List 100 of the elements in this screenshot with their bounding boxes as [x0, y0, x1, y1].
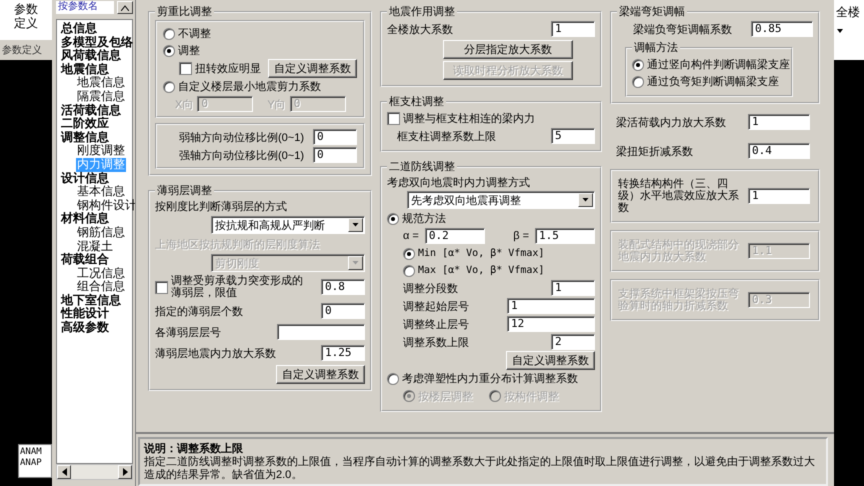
- radio-label: Min [α* Vo, β* Vfmax]: [418, 248, 544, 259]
- input-field[interactable]: 1: [551, 21, 595, 37]
- radio-label: 通过竖向构件判断调幅梁支座: [647, 58, 790, 72]
- tree-item[interactable]: 工况信息: [76, 266, 126, 280]
- tree-item[interactable]: 多模型及包络: [60, 36, 134, 50]
- tree-item[interactable]: 组合信息: [76, 280, 126, 294]
- tree-item[interactable]: 刚度调整: [76, 144, 126, 158]
- scroll-right-icon[interactable]: [122, 468, 128, 476]
- radio-button[interactable]: [632, 58, 644, 70]
- tree-item[interactable]: 材料信息: [60, 212, 110, 226]
- field-label: β =: [513, 230, 529, 242]
- tree-item[interactable]: 风荷载信息: [60, 49, 122, 63]
- console-line: ANAP: [20, 458, 43, 469]
- tree-item[interactable]: 性能设计: [60, 307, 110, 322]
- dropdown[interactable]: 按抗规和高规从严判断: [211, 216, 365, 234]
- group-title: 梁端弯矩调幅: [618, 4, 686, 19]
- tree-item[interactable]: 高级参数: [60, 321, 110, 335]
- checkbox[interactable]: [155, 280, 168, 294]
- custom-coefficient-button[interactable]: 自定义调整系数: [506, 351, 595, 370]
- radio-label: Max [α* Vo, β* Vfmax]: [418, 265, 544, 276]
- input-field: 0.3: [748, 292, 810, 308]
- radio-button[interactable]: [387, 372, 399, 384]
- group-title: 框支柱调整: [388, 95, 445, 109]
- input-field: 0: [290, 96, 346, 112]
- input-field[interactable]: 0.2: [424, 228, 485, 244]
- input-field[interactable]: 0.4: [748, 143, 810, 159]
- group-title: 调幅方法: [633, 40, 679, 55]
- checkbox-label: 扭转效应明显: [195, 62, 261, 76]
- radio-label: 规范方法: [402, 212, 446, 226]
- checkbox-label: 调整受剪承载力突变形成的薄弱层，限值: [171, 275, 304, 299]
- input-field[interactable]: 0.8: [321, 279, 365, 295]
- input-field[interactable]: 0.85: [751, 21, 813, 37]
- field-label: 调整终止层号: [403, 318, 469, 332]
- console-line: ANAM: [20, 447, 43, 458]
- tree-item[interactable]: 总信息: [60, 22, 98, 36]
- field-label: 按刚度比判断薄弱层的方式: [155, 201, 287, 213]
- field-label: 梁端负弯矩调幅系数: [633, 22, 732, 36]
- help-title: 说明：调整系数上限: [144, 442, 244, 456]
- field-label: 各薄弱层层号: [155, 326, 221, 340]
- floor-label: 全楼: [836, 4, 861, 21]
- input-field[interactable]: 1: [748, 114, 810, 130]
- radio-button[interactable]: [387, 212, 399, 224]
- field-label: 转换结构构件（三、四级）水平地震效应放大系数: [618, 178, 740, 214]
- checkbox[interactable]: [387, 112, 400, 125]
- tree-item[interactable]: 钢筋信息: [76, 226, 126, 240]
- radio-button[interactable]: [403, 248, 415, 260]
- input-field[interactable]: 2: [551, 334, 595, 350]
- input-field[interactable]: [277, 324, 365, 340]
- input-field[interactable]: 12: [507, 316, 595, 332]
- input-field: 0: [197, 96, 254, 112]
- input-field[interactable]: 1: [507, 298, 595, 314]
- input-field[interactable]: 1.5: [535, 228, 595, 244]
- tree-item[interactable]: 基本信息: [76, 185, 126, 199]
- tree-item[interactable]: 钢构件设计: [76, 198, 138, 212]
- group-title: 地震作用调整: [388, 5, 456, 19]
- caret-icon[interactable]: [837, 29, 843, 33]
- field-label: 调整起始层号: [403, 300, 469, 314]
- group-title: 薄弱层调整: [156, 184, 213, 198]
- radio-button[interactable]: [163, 80, 175, 92]
- input-field[interactable]: 5: [551, 128, 595, 144]
- checkbox[interactable]: [179, 62, 192, 75]
- collapse-button[interactable]: [117, 1, 133, 14]
- custom-coefficient-button[interactable]: 自定义调整系数: [268, 59, 357, 78]
- dialog-button[interactable]: 分层指定放大系数: [443, 40, 573, 59]
- input-field[interactable]: 0: [313, 129, 357, 145]
- dropdown[interactable]: 先考虑双向地震再调整: [407, 191, 595, 209]
- input-field[interactable]: 1.25: [321, 345, 365, 361]
- radio-button[interactable]: [632, 76, 644, 88]
- input-field[interactable]: 0: [321, 303, 365, 319]
- radio-button[interactable]: [163, 28, 175, 40]
- input-field[interactable]: 1: [551, 280, 595, 296]
- field-label: 指定的薄弱层个数: [155, 304, 243, 318]
- field-label: 薄弱层地震内力放大系数: [155, 346, 276, 360]
- input-field[interactable]: 1: [748, 188, 810, 204]
- radio-label: 调整: [178, 44, 200, 58]
- search-field[interactable]: 按参数名: [56, 1, 114, 14]
- field-label: 考虑双向地震时内力调整方式: [387, 177, 530, 189]
- group-title: 二道防线调整: [388, 160, 456, 174]
- tree-item[interactable]: 地震信息: [60, 62, 110, 76]
- radio-label: 考虑弹塑性内力重分布计算调整系数: [402, 372, 578, 386]
- tree-item[interactable]: 地下室信息: [60, 294, 122, 308]
- radio-button[interactable]: [163, 44, 175, 56]
- field-label: 调整系数上限: [403, 336, 469, 350]
- tree-item[interactable]: 地震信息: [76, 76, 126, 90]
- radio-button[interactable]: [403, 264, 415, 276]
- tree-item[interactable]: 设计信息: [60, 172, 110, 186]
- tree-item[interactable]: 荷载组合: [60, 253, 110, 267]
- tree-item[interactable]: 二阶效应: [60, 117, 110, 131]
- input-field[interactable]: 0: [313, 147, 357, 163]
- custom-coefficient-button[interactable]: 自定义调整系数: [276, 365, 365, 384]
- caret-up-icon: [121, 4, 129, 10]
- tree-item[interactable]: 调整信息: [60, 130, 110, 144]
- tree-item[interactable]: 活荷载信息: [60, 104, 122, 118]
- tree-item[interactable]: 混凝土: [76, 240, 114, 254]
- radio-label: 通过负弯矩判断调幅梁支座: [647, 74, 779, 89]
- scroll-left-icon[interactable]: [62, 468, 66, 476]
- panel-title: 参数定义: [0, 40, 52, 60]
- radio-label: 不调整: [178, 27, 211, 41]
- tree-item[interactable]: 隔震信息: [76, 90, 126, 104]
- field-label: 强轴方向动位移比例(0~1): [179, 148, 304, 162]
